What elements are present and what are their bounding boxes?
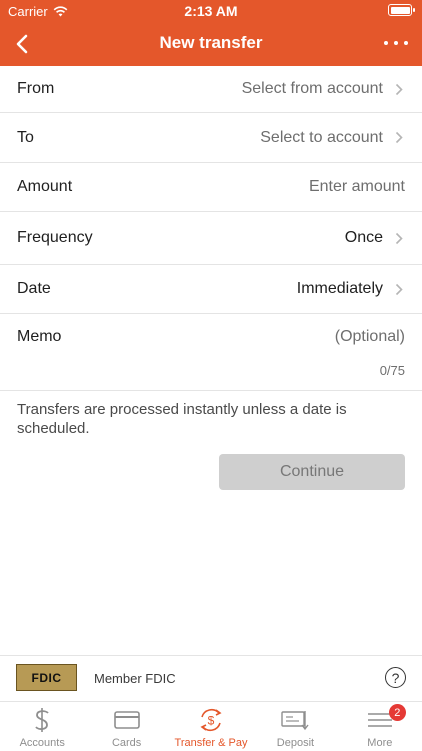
more-dot-icon (384, 41, 388, 45)
tab-label: Deposit (276, 737, 315, 749)
frequency-value: Once (344, 229, 383, 246)
chevron-right-icon (395, 131, 405, 144)
transfer-icon: $ (197, 706, 225, 734)
page-title: New transfer (159, 33, 263, 52)
more-dot-icon (404, 41, 408, 45)
chevron-right-icon (395, 283, 405, 296)
date-row[interactable]: Date Immediately (0, 265, 422, 314)
more-options-button[interactable] (384, 38, 408, 48)
from-account-row[interactable]: From Select from account (0, 66, 422, 113)
fdic-footer: FDIC Member FDIC ? (0, 655, 422, 702)
check-deposit-icon (281, 706, 309, 734)
tab-bar: Accounts Cards $ Transfer & Pay Deposit … (0, 701, 422, 751)
svg-text:$: $ (208, 714, 215, 728)
tab-label: More (367, 737, 393, 749)
tab-label: Transfer & Pay (174, 737, 248, 749)
amount-input[interactable]: Enter amount (309, 178, 405, 196)
status-time: 2:13 AM (184, 3, 238, 19)
from-label: From (17, 80, 55, 97)
frequency-label: Frequency (17, 229, 93, 246)
tab-label: Accounts (19, 737, 65, 749)
tab-cards[interactable]: Cards (84, 702, 168, 751)
notification-badge: 2 (388, 704, 406, 721)
tab-transfer-pay[interactable]: $ Transfer & Pay (169, 702, 253, 751)
to-account-row[interactable]: To Select to account (0, 113, 422, 163)
continue-button[interactable]: Continue (219, 454, 405, 490)
tab-accounts[interactable]: Accounts (0, 702, 84, 751)
memo-input[interactable]: (Optional) (335, 328, 405, 346)
frequency-row[interactable]: Frequency Once (0, 212, 422, 265)
fdic-logo: FDIC (16, 664, 77, 691)
date-value: Immediately (296, 280, 383, 297)
tab-deposit[interactable]: Deposit (253, 702, 337, 751)
date-label: Date (17, 280, 51, 297)
chevron-right-icon (395, 232, 405, 245)
transfer-notice: Transfers are processed instantly unless… (17, 401, 347, 437)
amount-label: Amount (17, 178, 73, 195)
card-icon (113, 706, 140, 734)
fdic-member-text: Member FDIC (94, 671, 176, 686)
memo-row[interactable]: Memo (Optional) 0/75 (0, 314, 422, 391)
memo-char-counter: 0/75 (379, 363, 405, 378)
dollar-icon (33, 706, 51, 734)
chevron-right-icon (395, 83, 405, 96)
help-icon[interactable]: ? (385, 667, 406, 688)
from-value: Select from account (241, 80, 383, 97)
memo-label: Memo (17, 328, 62, 345)
more-dot-icon (394, 41, 398, 45)
header-bar: Carrier 2:13 AM New transfer (0, 0, 422, 66)
transfer-form: From Select from account To Select to ac… (0, 66, 422, 391)
tab-label: Cards (111, 737, 142, 749)
amount-row[interactable]: Amount Enter amount (0, 163, 422, 212)
to-value: Select to account (260, 128, 383, 146)
to-label: To (17, 128, 34, 146)
tab-more[interactable]: 2 More (338, 702, 422, 751)
battery-icon (388, 4, 415, 16)
